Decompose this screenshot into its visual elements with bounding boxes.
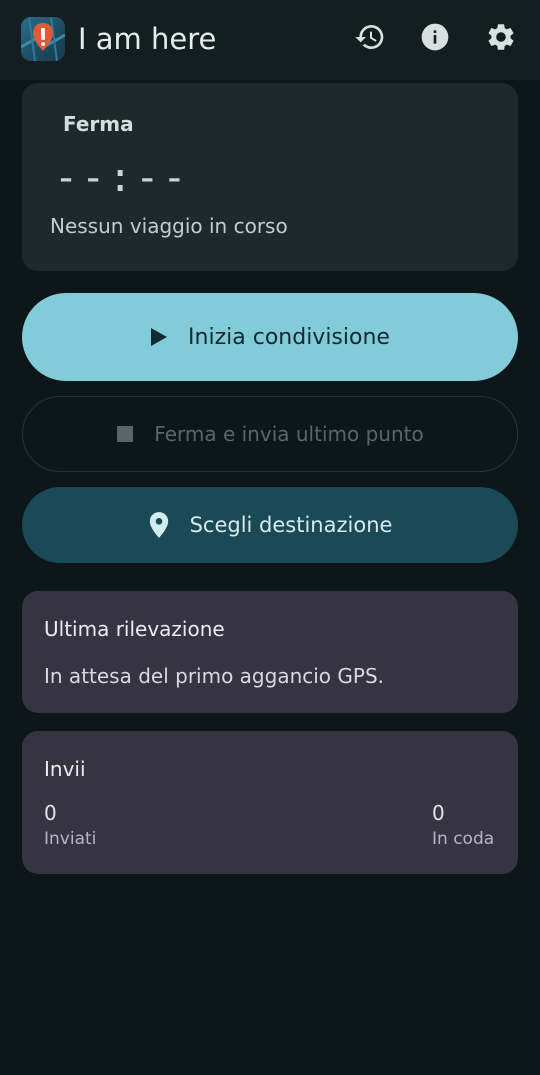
choose-destination-label: Scegli destinazione [189,513,393,537]
history-button[interactable] [351,20,389,58]
location-pin-icon [148,511,170,539]
sends-title: Invii [44,757,86,781]
queued-count: 0 [432,801,445,825]
sends-card: Invii 0 Inviati 0 In coda [22,731,518,874]
stop-icon [116,425,134,443]
trip-status-card: Ferma --:-- Nessun viaggio in corso [22,83,518,271]
last-fix-title: Ultima rilevazione [44,617,225,641]
stop-and-send-button[interactable]: Ferma e invia ultimo punto [22,396,518,472]
last-fix-message: In attesa del primo aggancio GPS. [44,664,385,688]
info-icon [419,21,451,57]
status-message: Nessun viaggio in corso [50,214,288,238]
play-icon [150,327,168,347]
settings-button[interactable] [482,20,520,58]
start-sharing-button[interactable]: Inizia condivisione [22,293,518,381]
queued-label: In coda [432,829,495,849]
sent-count: 0 [44,801,57,825]
status-label: Ferma [63,112,134,136]
history-icon [354,21,386,57]
app-logo-icon [21,17,65,61]
elapsed-time: --:-- [54,155,190,201]
gear-icon [485,21,517,57]
start-sharing-label: Inizia condivisione [188,324,390,350]
info-button[interactable] [416,20,454,58]
app-title: I am here [78,22,217,56]
stop-and-send-label: Ferma e invia ultimo punto [154,422,424,446]
last-fix-card: Ultima rilevazione In attesa del primo a… [22,591,518,713]
choose-destination-button[interactable]: Scegli destinazione [22,487,518,563]
top-app-bar: I am here [0,0,540,80]
sent-label: Inviati [44,829,97,849]
